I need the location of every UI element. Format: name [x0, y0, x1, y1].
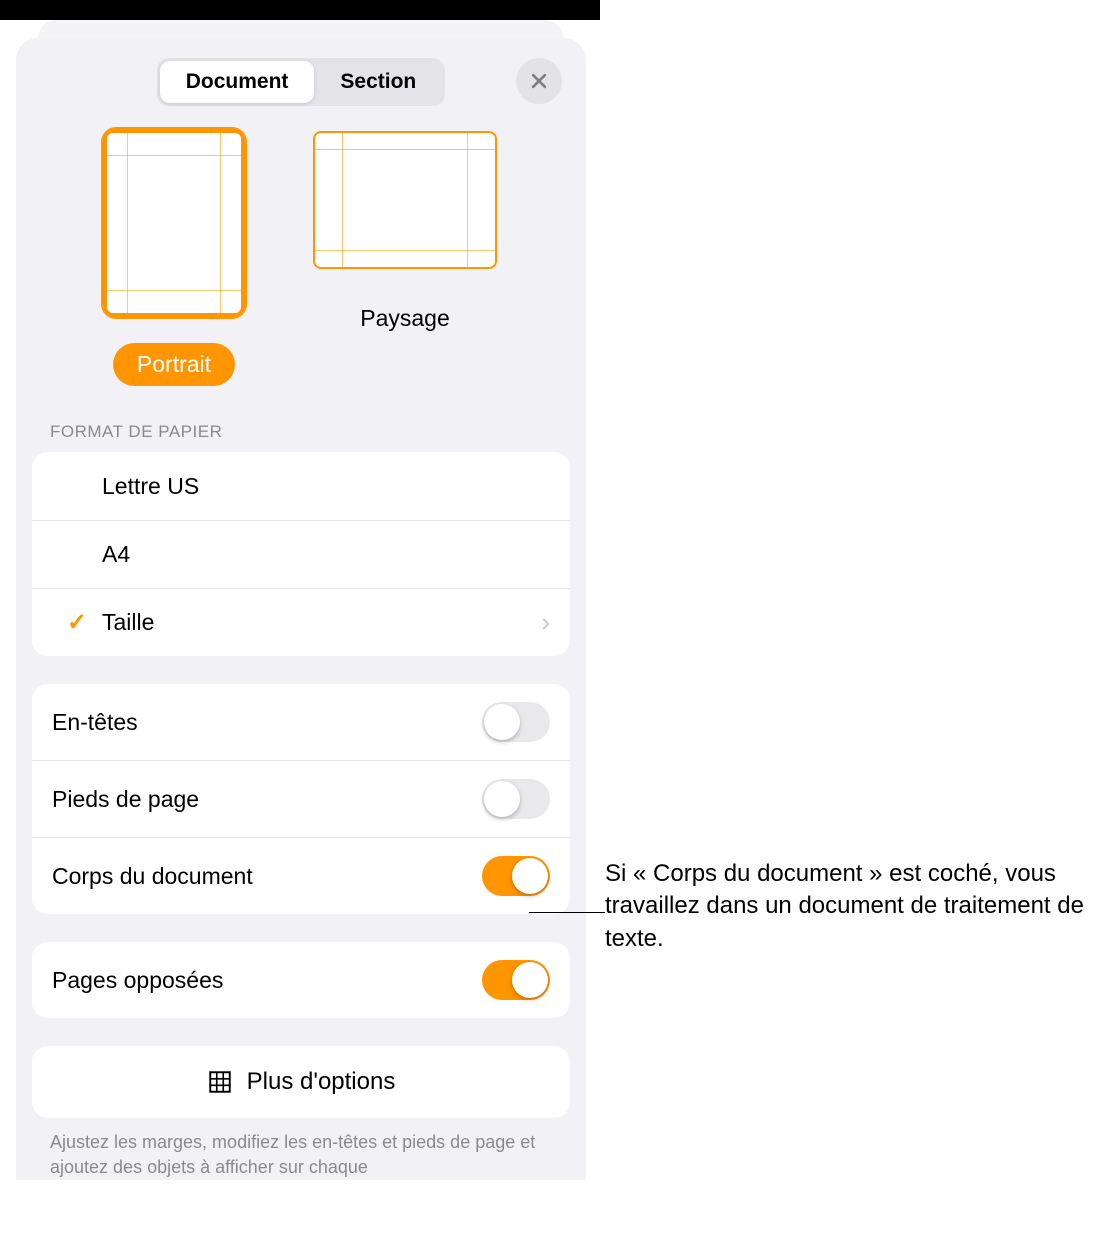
facing-row: Pages opposées — [32, 942, 570, 1018]
facing-toggle[interactable] — [482, 960, 550, 1000]
body-toggle[interactable] — [482, 856, 550, 896]
paper-a4-label: A4 — [102, 541, 550, 568]
paper-a4-row[interactable]: A4 — [32, 520, 570, 588]
panel-header: Document Section — [16, 58, 586, 128]
tab-document[interactable]: Document — [160, 61, 315, 103]
paper-size-row[interactable]: ✓ Taille › — [32, 588, 570, 656]
more-options-hint: Ajustez les marges, modifiez les en-tête… — [16, 1130, 586, 1180]
document-options-panel: Document Section Portrait Paysage — [16, 38, 586, 1180]
callout-text: Si « Corps du document » est coché, vous… — [605, 858, 1085, 955]
more-options-label: Plus d'options — [247, 1068, 396, 1096]
landscape-preview — [310, 128, 500, 272]
close-button[interactable] — [516, 58, 562, 104]
footers-label: Pieds de page — [52, 786, 482, 813]
facing-label: Pages opposées — [52, 967, 482, 994]
paper-letter-row[interactable]: Lettre US — [32, 452, 570, 520]
footers-toggle[interactable] — [482, 779, 550, 819]
landscape-label: Paysage — [336, 297, 474, 340]
orientation-landscape[interactable]: Paysage — [310, 128, 500, 386]
more-options-button[interactable]: Plus d'options — [32, 1046, 570, 1118]
portrait-preview — [102, 128, 246, 318]
portrait-page-icon — [105, 131, 243, 315]
tab-segmented-control: Document Section — [157, 58, 446, 106]
paper-size-group: Lettre US A4 ✓ Taille › — [32, 452, 570, 656]
headers-label: En-têtes — [52, 709, 482, 736]
portrait-label: Portrait — [113, 343, 235, 386]
headers-row: En-têtes — [32, 684, 570, 760]
orientation-selector: Portrait Paysage — [16, 128, 586, 422]
landscape-page-icon — [313, 131, 497, 269]
headers-toggle[interactable] — [482, 702, 550, 742]
document-toggles-group: En-têtes Pieds de page Corps du document — [32, 684, 570, 914]
paper-letter-label: Lettre US — [102, 473, 550, 500]
body-row: Corps du document — [32, 837, 570, 914]
checkmark-icon: ✓ — [67, 609, 87, 636]
tab-section[interactable]: Section — [314, 61, 442, 103]
device-status-bar — [0, 0, 600, 20]
paper-size-label: Taille — [102, 609, 541, 636]
footers-row: Pieds de page — [32, 760, 570, 837]
facing-pages-group: Pages opposées — [32, 942, 570, 1018]
orientation-portrait[interactable]: Portrait — [102, 128, 246, 386]
chevron-right-icon: › — [541, 607, 550, 638]
close-icon — [529, 71, 549, 91]
body-label: Corps du document — [52, 863, 482, 890]
callout-leader-line — [529, 912, 605, 913]
grid-icon — [207, 1069, 233, 1095]
paper-section-title: FORMAT DE PAPIER — [16, 422, 586, 452]
